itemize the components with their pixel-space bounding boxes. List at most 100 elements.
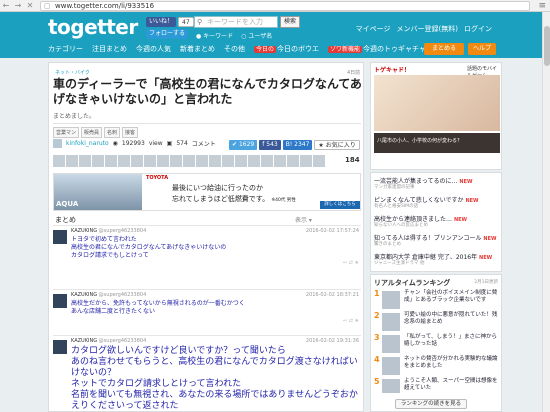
avatar[interactable] [53, 294, 67, 308]
avatar[interactable] [300, 155, 312, 167]
avatar[interactable] [209, 155, 221, 167]
rank-text: ようこそ人類、スーパー空間は想像を超えていた [404, 378, 498, 391]
nav-new[interactable]: 新着まとめ [180, 44, 215, 54]
avatar[interactable] [261, 155, 273, 167]
ranking-item[interactable]: 4 ネットの賛否が分かれる実験的な議論をまとめました [374, 355, 500, 379]
nav-other[interactable]: その他 [224, 44, 245, 54]
nav-weekly[interactable]: 今週の人気 [136, 44, 171, 54]
mypage-link[interactable]: マイページ [356, 24, 391, 34]
radio-keyword[interactable]: ● キーワード [196, 31, 233, 40]
avatar[interactable] [196, 155, 208, 167]
tweet-user-id[interactable]: @superg46233804 [99, 228, 147, 234]
sidebar-ad-image [374, 75, 500, 131]
nav-today[interactable]: 今日の 今日のボウエ [254, 44, 319, 54]
tweet-user-id[interactable]: @superg46233804 [99, 338, 147, 344]
tweet-user[interactable]: KAZUKING [71, 338, 97, 344]
avatar[interactable] [131, 155, 143, 167]
close-icon[interactable]: ✕ [24, 0, 36, 12]
ranking-item[interactable]: 5 ようこそ人類、スーパー空間は想像を超えていた [374, 377, 500, 395]
make-summary-button[interactable]: まとめる [424, 43, 464, 55]
avatar[interactable] [53, 139, 62, 148]
avatar[interactable] [118, 155, 130, 167]
nav-featured[interactable]: 注目まとめ [92, 44, 127, 54]
author-name[interactable]: kinfoki_naruto [66, 140, 109, 147]
tag[interactable]: 営業マン [53, 127, 80, 138]
avatar[interactable] [144, 155, 156, 167]
view-count: 192993 [121, 140, 145, 147]
avatar[interactable] [222, 155, 234, 167]
avatar[interactable] [105, 155, 117, 167]
ranking-item[interactable]: 2 可愛い絵の中に悪意が隠れていた！残念系の絵まとめ [374, 311, 500, 335]
tweet-actions[interactable]: ↩ ⇄ ★ [343, 260, 359, 266]
ad-banner[interactable]: AQUA TOYOTA 最後にいつ給油に行ったのか 忘れてしまうほど低燃費です。… [53, 173, 361, 211]
sidebar-ad[interactable]: トゲキャド！ 話題のモバイルゲーム 八尾市の小人、小学校の何が変わる？ [370, 62, 502, 170]
follow-button[interactable]: フォローする [146, 29, 189, 39]
like-button[interactable]: いいね！ [146, 17, 177, 27]
avatar[interactable] [79, 155, 91, 167]
like-count: 47 [178, 17, 194, 27]
avatar[interactable] [313, 155, 325, 167]
avatar[interactable] [248, 155, 260, 167]
avatar[interactable] [53, 155, 65, 167]
tag[interactable]: 名刺 [104, 127, 121, 138]
favorite-button[interactable]: ★ お気に入り [314, 140, 360, 150]
site-logo[interactable]: togetter [48, 15, 138, 39]
tweet-user[interactable]: KAZUKING [71, 292, 97, 298]
scrollbar-thumb[interactable] [544, 26, 550, 66]
rank-thumbnail [382, 357, 400, 375]
search-input[interactable]: ⚲ キーワードを入力 [194, 16, 278, 28]
avatar[interactable] [53, 230, 67, 244]
section-label: まとめ [55, 216, 76, 224]
avatar[interactable] [53, 340, 67, 354]
tag[interactable]: 接客 [122, 127, 139, 138]
tweet-line: あんな店舗二度と行きたくない [71, 308, 156, 315]
page-scrollbar[interactable] [542, 12, 550, 412]
avatar[interactable] [66, 155, 78, 167]
nav-category[interactable]: カテゴリー [48, 44, 83, 54]
register-link[interactable]: メンバー登録(無料) [397, 24, 458, 34]
avatar[interactable] [183, 155, 195, 167]
display-toggle[interactable]: 表示 ▾ [295, 215, 312, 224]
tweet-actions[interactable]: ↩ ⇄ ★ [343, 318, 359, 324]
ad-more-button[interactable]: 詳しくはこちら [320, 201, 360, 209]
back-icon[interactable]: ← [0, 0, 12, 12]
avatar[interactable] [287, 155, 299, 167]
avatar[interactable] [157, 155, 169, 167]
nav-badge: 今日の [254, 46, 277, 53]
tweet-user[interactable]: KAZUKING [71, 228, 97, 234]
avatar[interactable] [170, 155, 182, 167]
hatena-button[interactable]: B! 2347 [282, 140, 313, 150]
menu-icon[interactable]: ≡ [538, 0, 546, 12]
search-button[interactable]: 検索 [280, 16, 300, 28]
main-nav: カテゴリー 注目まとめ 今週の人気 新着まとめ その他 今日の 今日のボウエ ゾワ… [48, 44, 454, 54]
avatar[interactable] [92, 155, 104, 167]
radio-keyword-label: キーワード [203, 33, 234, 40]
sidebar-ad-caption: 八尾市の小人、小学校の何が変わる？ [377, 138, 463, 144]
rank-thumbnail [382, 379, 400, 393]
tweet-time[interactable]: 2016-02-02 17:57:24 [306, 228, 359, 234]
facebook-button[interactable]: f 543 [259, 140, 281, 150]
ranking-item[interactable]: 3 「私がって、しまう！」まさに神から嬉しかった話 [374, 333, 500, 357]
address-bar[interactable]: ▢ www.togetter.com/li/933516 [40, 1, 530, 11]
ad-line1: 最後にいつ給油に行ったのか [172, 184, 263, 192]
breadcrumb[interactable]: ネット・バイク 4日前 [55, 69, 360, 76]
tweet-time[interactable]: 2016-02-02 18:37:21 [306, 292, 359, 298]
tag[interactable]: 販売員 [81, 127, 103, 138]
avatar[interactable] [274, 155, 286, 167]
page-title: 車のディーラーで「高校生の君になんでカタログなんてあげなきゃいけないの」と言われ… [53, 77, 362, 106]
tweet-user-id[interactable]: @superg46233804 [99, 292, 147, 298]
ranking-item[interactable]: 1 チャン「会社のボイスメイン制度に賛成」とあるブラック企業ないです [374, 289, 500, 313]
login-link[interactable]: ログイン [464, 24, 492, 34]
radio-user[interactable]: ○ ユーザ名 [241, 31, 272, 40]
ranking-more-button[interactable]: ランキングの続きを見る [395, 399, 467, 409]
help-button[interactable]: ヘルプ [468, 43, 496, 55]
author-row: kinfoki_naruto ◉ 192993 view ▣ 574 コメント [53, 139, 216, 148]
forward-icon[interactable]: → [12, 0, 24, 12]
list-item-sub: 知らない人への反応まとめ [374, 223, 428, 228]
tweet-button[interactable]: ✔ 1629 [229, 140, 258, 150]
account-links: マイページ メンバー登録(無料) ログイン [356, 24, 492, 34]
rank-text: ネットの賛否が分かれる実験的な議論をまとめました [404, 356, 498, 369]
share-buttons: ✔ 1629 f 543 B! 2347 ★ お気に入り [229, 140, 360, 150]
tweet-time[interactable]: 2016-02-02 19:31:36 [306, 338, 359, 344]
avatar[interactable] [235, 155, 247, 167]
